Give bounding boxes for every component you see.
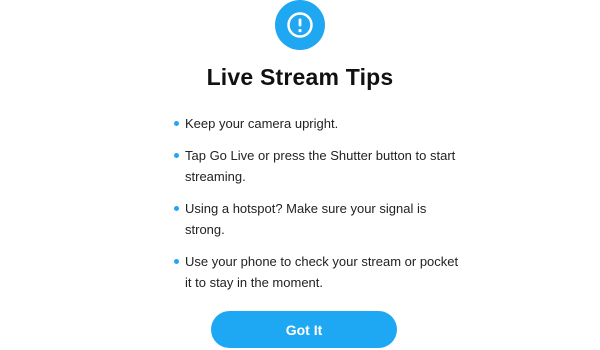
tip-text: Tap Go Live or press the Shutter button … [185, 148, 456, 184]
live-stream-tips-dialog: Live Stream Tips Keep your camera uprigh… [0, 0, 600, 350]
tip-item: Tap Go Live or press the Shutter button … [174, 145, 464, 187]
tip-item: Using a hotspot? Make sure your signal i… [174, 198, 464, 240]
tip-text: Keep your camera upright. [185, 116, 339, 131]
bullet-icon [174, 121, 179, 126]
bullet-icon [174, 259, 179, 264]
tip-item: Keep your camera upright. [174, 113, 464, 134]
tip-text: Using a hotspot? Make sure your signal i… [185, 201, 427, 237]
dialog-title: Live Stream Tips [206, 64, 394, 90]
bullet-icon [174, 206, 179, 211]
exclamation-alert-icon [275, 0, 325, 50]
tips-list: Keep your camera upright. Tap Go Live or… [174, 113, 464, 293]
tip-text: Use your phone to check your stream or p… [185, 254, 459, 290]
tip-item: Use your phone to check your stream or p… [174, 251, 464, 293]
bullet-icon [174, 153, 179, 158]
got-it-button[interactable]: Got It [211, 311, 397, 348]
